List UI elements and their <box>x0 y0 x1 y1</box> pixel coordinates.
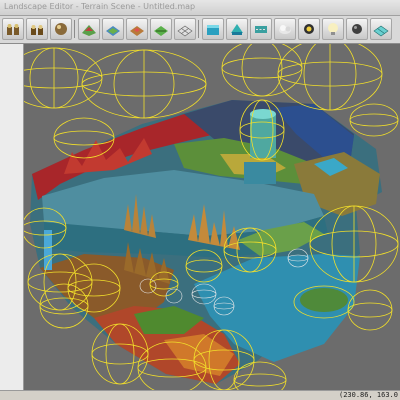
terrain-grid-button[interactable] <box>174 18 196 40</box>
tower-lower <box>244 162 276 184</box>
left-tool-panel <box>0 44 24 390</box>
sphere-icon <box>55 23 67 35</box>
object-tool-button[interactable] <box>346 18 368 40</box>
weights-tool-2-button[interactable] <box>26 18 48 40</box>
bulb-tool-button[interactable] <box>322 18 344 40</box>
object-icon <box>352 24 362 34</box>
terrain-smooth-button[interactable] <box>150 18 172 40</box>
weights-icon <box>31 25 43 35</box>
toolbar <box>0 16 400 44</box>
terrain-grid-icon <box>177 25 193 37</box>
water-fill-icon <box>231 24 243 35</box>
weights-icon <box>7 24 19 35</box>
cursor-coordinates: (230.86, 163.0 <box>338 391 398 399</box>
water-icon <box>207 25 219 35</box>
terrain-flatten-button[interactable] <box>102 18 124 40</box>
window-title: Landscape Editor - Terrain Scene - Untit… <box>4 2 196 11</box>
sky-icon <box>279 25 291 34</box>
grid-icon <box>373 25 389 37</box>
toolbar-separator <box>198 20 199 38</box>
terrain-island <box>300 288 348 312</box>
bulb-icon <box>328 23 338 35</box>
status-bar: (230.86, 163.0 <box>0 390 400 400</box>
toolbar-separator <box>74 20 75 38</box>
terrain-scene <box>24 44 399 390</box>
terrain-raise-icon <box>82 25 96 36</box>
terrain-raise-button[interactable] <box>78 18 100 40</box>
terrain-smooth-icon <box>154 26 168 36</box>
road-tool-button[interactable] <box>250 18 272 40</box>
3d-viewport[interactable] <box>24 44 400 390</box>
terrain-flatten-icon <box>106 26 120 36</box>
road-icon <box>255 26 267 33</box>
light-tool-button[interactable] <box>298 18 320 40</box>
water-plane-button[interactable] <box>202 18 224 40</box>
weights-tool-button[interactable] <box>2 18 24 40</box>
grid-toggle-button[interactable] <box>370 18 392 40</box>
sky-settings-button[interactable] <box>274 18 296 40</box>
terrain-paint-icon <box>130 26 144 36</box>
terrain-paint-button[interactable] <box>126 18 148 40</box>
light-icon <box>304 24 314 34</box>
water-fill-button[interactable] <box>226 18 248 40</box>
window-titlebar: Landscape Editor - Terrain Scene - Untit… <box>0 0 400 16</box>
sphere-brush-button[interactable] <box>50 18 72 40</box>
